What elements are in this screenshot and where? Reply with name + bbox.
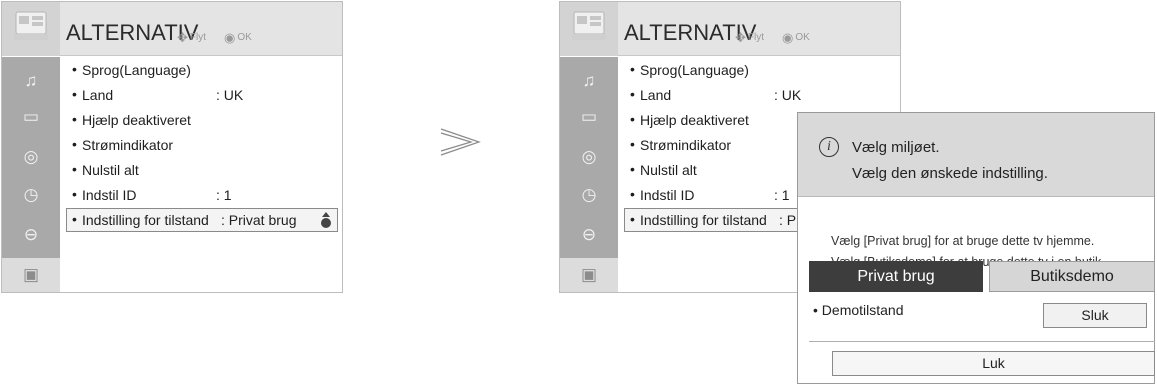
ok-hint: ◉ OK: [224, 30, 252, 45]
dialog-message: Vælg den ønskede indstilling.: [852, 165, 1048, 182]
up-down-stepper-icon[interactable]: [321, 212, 331, 228]
speaker-icon[interactable]: ◎: [7, 140, 55, 174]
menu-item-mode-setting[interactable]: • Indstilling for tilstand : Privat brug: [66, 208, 338, 232]
option-icon: [2, 2, 60, 56]
lock-icon[interactable]: ⊖: [565, 218, 613, 252]
menu-item-set-id[interactable]: • Indstil ID : 1: [66, 183, 338, 207]
dialog-header: i Vælg miljøet. Vælg den ønskede indstil…: [798, 113, 1154, 197]
mode-setting-dialog: i Vælg miljøet. Vælg den ønskede indstil…: [797, 112, 1155, 384]
menu-header: ALTERNATIV ✥ Flyt ◉ OK: [2, 2, 342, 56]
menu-item-country[interactable]: • Land : UK: [624, 83, 896, 107]
demo-mode-toggle[interactable]: Sluk: [1043, 303, 1147, 328]
category-icon-column: ♫ ▭ ◎ ◷ ⊖ ▣: [2, 57, 60, 292]
menu-item-factory-reset[interactable]: • Nulstil alt: [66, 158, 338, 182]
ok-hint: ◉ OK: [782, 30, 810, 45]
dialog-message: Vælg miljøet.: [852, 139, 940, 156]
dialog-divider: [809, 341, 1155, 342]
ok-button-icon: ◉: [782, 30, 794, 45]
menu-item-disability-assistance[interactable]: • Hjælp deaktiveret: [66, 108, 338, 132]
menu-item-power-indicator[interactable]: • Strømindikator: [66, 133, 338, 157]
store-demo-button[interactable]: Butiksdemo: [989, 261, 1155, 292]
picture-icon[interactable]: ▭: [565, 100, 613, 134]
menu-item-list: • Sprog(Language) • Land : UK • Hjælp de…: [60, 57, 342, 292]
clock-icon[interactable]: ◷: [565, 178, 613, 212]
close-button[interactable]: Luk: [832, 351, 1155, 376]
category-icon-column: ♫ ▭ ◎ ◷ ⊖ ▣: [560, 57, 618, 292]
info-icon: i: [819, 137, 839, 157]
dialog-description: Vælg [Privat brug] for at bruge dette tv…: [831, 234, 1095, 248]
audio-icon[interactable]: ♫: [565, 64, 613, 98]
move-hint: ✥ Flyt: [735, 30, 765, 45]
option-icon[interactable]: ▣: [560, 258, 618, 292]
audio-icon[interactable]: ♫: [7, 64, 55, 98]
next-step-arrow-icon: [440, 128, 481, 156]
option-icon[interactable]: ▣: [2, 258, 60, 292]
option-icon: [560, 2, 618, 56]
menu-header: ALTERNATIV ✥ Flyt ◉ OK: [560, 2, 900, 56]
clock-icon[interactable]: ◷: [7, 178, 55, 212]
ok-button-icon: ◉: [224, 30, 236, 45]
private-use-button[interactable]: Privat brug: [809, 261, 983, 292]
picture-icon[interactable]: ▭: [7, 100, 55, 134]
lock-icon[interactable]: ⊖: [7, 218, 55, 252]
four-way-arrow-icon: ✥: [177, 30, 188, 45]
option-menu-panel: ALTERNATIV ✥ Flyt ◉ OK ♫ ▭ ◎ ◷ ⊖ ▣ • Sprog…: [1, 1, 343, 293]
demo-mode-label: • Demotilstand: [813, 302, 904, 318]
speaker-icon[interactable]: ◎: [565, 140, 613, 174]
move-hint: ✥ Flyt: [177, 30, 207, 45]
menu-item-country[interactable]: • Land : UK: [66, 83, 338, 107]
four-way-arrow-icon: ✥: [735, 30, 746, 45]
menu-item-language[interactable]: • Sprog(Language): [624, 58, 896, 82]
menu-item-language[interactable]: • Sprog(Language): [66, 58, 338, 82]
